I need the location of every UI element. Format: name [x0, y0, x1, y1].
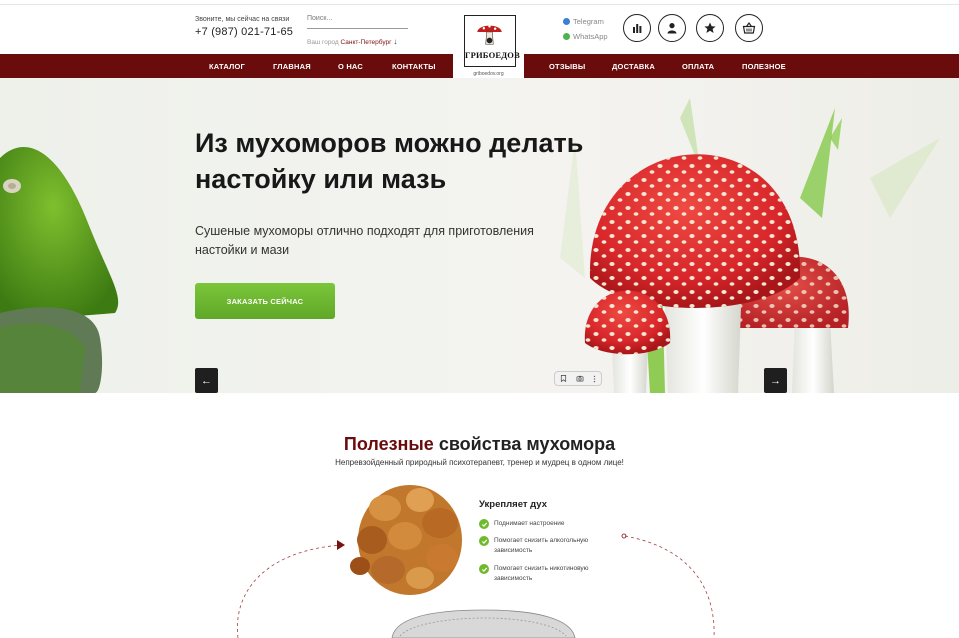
benefit-item: Помогает снизить никотиновую зависимость	[479, 564, 603, 584]
benefit-text: Поднимает настроение	[494, 520, 565, 527]
search-input[interactable]: Поиск...	[307, 13, 408, 29]
order-now-button[interactable]: ЗАКАЗАТЬ СЕЙЧАС	[195, 283, 335, 319]
city-arrow-icon: ↓	[393, 37, 398, 46]
nav-delivery[interactable]: ДОСТАВКА	[612, 62, 655, 71]
image-toolbar	[554, 371, 602, 386]
whatsapp-icon	[563, 33, 570, 40]
nav-about[interactable]: О НАС	[338, 62, 363, 71]
section-title-accent: Полезные	[343, 434, 434, 454]
whatsapp-link[interactable]: WhatsApp	[563, 32, 608, 41]
section-title: Полезные свойства мухомора	[0, 434, 959, 455]
benefit-text: Помогает снизить никотиновую зависимость	[494, 565, 589, 583]
benefit-item: Помогает снизить алкогольную зависимость	[479, 536, 603, 556]
nav-home[interactable]: ГЛАВНАЯ	[273, 62, 311, 71]
star-icon	[704, 22, 716, 33]
account-button[interactable]	[658, 14, 686, 42]
slider-next-button[interactable]: →	[764, 368, 787, 393]
dried-mushrooms-image	[350, 485, 462, 595]
section-subtitle: Непревзойденный природный психотерапевт,…	[335, 458, 624, 467]
nav-contacts[interactable]: КОНТАКТЫ	[392, 62, 436, 71]
city-label: Ваш город	[307, 39, 339, 46]
logo-url: griboedov.org	[473, 71, 504, 77]
telegram-label: Telegram	[573, 17, 604, 26]
logo-frame: ГРИБОЕДОВ	[464, 15, 520, 67]
bookmark-icon[interactable]	[560, 375, 567, 382]
bar-chart-icon	[633, 24, 642, 33]
dashed-arc-left	[236, 544, 343, 638]
check-icon	[479, 519, 489, 529]
compare-button[interactable]	[623, 14, 651, 42]
benefit-item: Поднимает настроение	[479, 519, 603, 529]
slider-prev-button[interactable]: ←	[195, 368, 218, 393]
telegram-icon	[563, 18, 570, 25]
call-note: Звоните, мы сейчас на связи	[195, 16, 290, 23]
arrow-right-icon: →	[770, 374, 781, 387]
hero-subtitle: Сушеные мухоморы отлично подходят для пр…	[195, 224, 534, 258]
logo-name: ГРИБОЕДОВ	[465, 50, 520, 60]
telegram-link[interactable]: Telegram	[563, 17, 604, 26]
benefit-heading: Укрепляет дух	[479, 499, 547, 510]
phone-number[interactable]: +7 (987) 021-71-65	[195, 26, 293, 38]
benefit-text: Помогает снизить алкогольную зависимость	[494, 537, 589, 555]
camera-icon[interactable]	[576, 375, 584, 382]
city-selector[interactable]: Ваш город Санкт-Петербург ↓	[307, 37, 397, 46]
mushroom-sketch-image	[391, 609, 576, 638]
nav-catalog[interactable]: КАТАЛОГ	[209, 62, 245, 71]
basket-icon	[742, 21, 756, 34]
hero-title: Из мухоморов можно делать настойку или м…	[195, 128, 584, 194]
hero-slider: Из мухоморов можно делать настойку или м…	[0, 78, 959, 393]
nav-useful[interactable]: ПОЛЕЗНОЕ	[742, 62, 786, 71]
nav-payment[interactable]: ОПЛАТА	[682, 62, 714, 71]
check-icon	[479, 564, 489, 574]
arc-arrow-icon	[337, 540, 345, 550]
more-vertical-icon[interactable]	[593, 375, 596, 383]
favorites-button[interactable]	[696, 14, 724, 42]
arrow-left-icon: ←	[201, 374, 212, 387]
check-icon	[479, 536, 489, 546]
cart-button[interactable]	[735, 14, 763, 42]
site-logo[interactable]: ГРИБОЕДОВ griboedov.org	[453, 9, 524, 78]
user-icon	[667, 23, 677, 34]
nav-reviews[interactable]: ОТЗЫВЫ	[549, 62, 585, 71]
dashed-arc-right	[624, 535, 715, 638]
city-name[interactable]: Санкт-Петербург	[341, 39, 392, 46]
section-title-rest: свойства мухомора	[433, 434, 616, 454]
whatsapp-label: WhatsApp	[573, 32, 608, 41]
